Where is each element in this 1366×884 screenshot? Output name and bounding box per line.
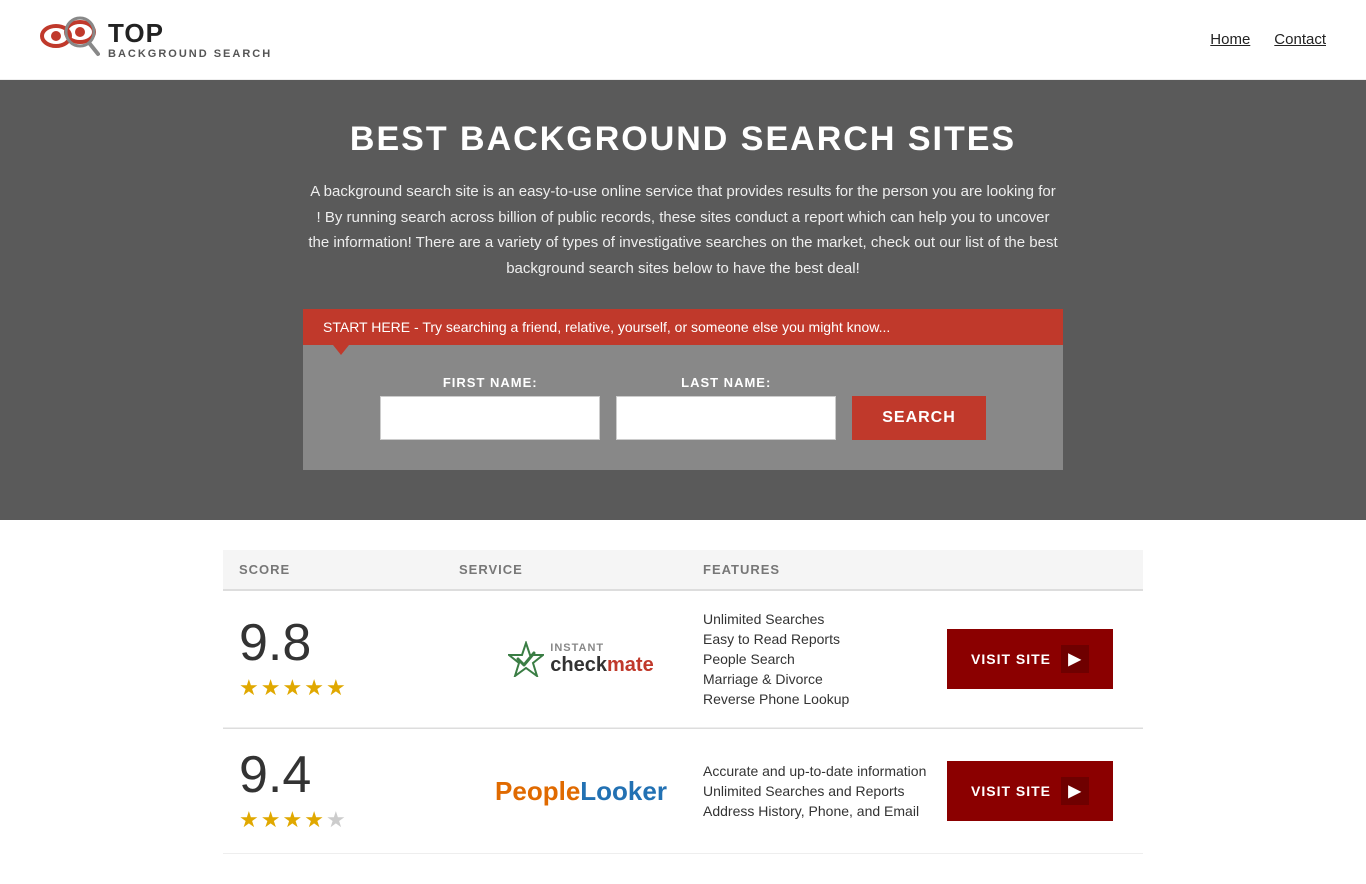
feature-1-4: Reverse Phone Lookup xyxy=(703,691,947,707)
logo-bottom-text: BACKGROUND SEARCH xyxy=(108,48,272,60)
star-2: ★ xyxy=(261,675,281,701)
action-cell-2: VISIT SITE ▶ xyxy=(947,761,1127,821)
features-cell-1: Unlimited Searches Easy to Read Reports … xyxy=(703,611,947,707)
col-service: SERVICE xyxy=(459,562,703,577)
hero-title: BEST BACKGROUND SEARCH SITES xyxy=(20,120,1346,159)
last-name-label: LAST NAME: xyxy=(616,375,836,390)
results-table: SCORE SERVICE FEATURES 9.8 ★ ★ ★ ★ ★ xyxy=(203,550,1163,854)
table-row: 9.8 ★ ★ ★ ★ ★ instant checkmate xyxy=(223,591,1143,728)
search-banner: START HERE - Try searching a friend, rel… xyxy=(303,309,1063,345)
people-text: People xyxy=(495,776,580,806)
col-features: FEATURES xyxy=(703,562,947,577)
visit-site-button-2[interactable]: VISIT SITE ▶ xyxy=(947,761,1113,821)
peoplelooker-logo: PeopleLooker xyxy=(495,776,667,807)
star-4: ★ xyxy=(304,675,324,701)
table-row: 9.4 ★ ★ ★ ★ ★ PeopleLooker Accurate and … xyxy=(223,729,1143,854)
feature-1-1: Easy to Read Reports xyxy=(703,631,947,647)
feature-2-1: Unlimited Searches and Reports xyxy=(703,783,947,799)
score-cell-1: 9.8 ★ ★ ★ ★ ★ xyxy=(239,617,459,701)
search-button[interactable]: SEARCH xyxy=(852,396,986,440)
checkmate-icon xyxy=(508,641,544,677)
last-name-input[interactable] xyxy=(616,396,836,440)
star-2-1: ★ xyxy=(239,807,259,833)
hero-section: BEST BACKGROUND SEARCH SITES A backgroun… xyxy=(0,80,1366,520)
feature-2-2: Address History, Phone, and Email xyxy=(703,803,947,819)
star-2-4: ★ xyxy=(304,807,324,833)
score-number-1: 9.8 xyxy=(239,617,311,669)
header: TOP BACKGROUND SEARCH Home Contact xyxy=(0,0,1366,80)
feature-1-0: Unlimited Searches xyxy=(703,611,947,627)
features-cell-2: Accurate and up-to-date information Unli… xyxy=(703,763,947,819)
score-number-2: 9.4 xyxy=(239,749,311,801)
star-2-3: ★ xyxy=(282,807,302,833)
feature-1-2: People Search xyxy=(703,651,947,667)
star-2-2: ★ xyxy=(261,807,281,833)
visit-site-label-1: VISIT SITE xyxy=(971,651,1051,667)
table-header: SCORE SERVICE FEATURES xyxy=(223,550,1143,591)
logo-text: TOP BACKGROUND SEARCH xyxy=(108,19,272,60)
stars-1: ★ ★ ★ ★ ★ xyxy=(239,675,346,701)
feature-1-3: Marriage & Divorce xyxy=(703,671,947,687)
first-name-label: FIRST NAME: xyxy=(380,375,600,390)
nav-contact[interactable]: Contact xyxy=(1274,31,1326,48)
col-action xyxy=(947,562,1127,577)
logo-top-text: TOP xyxy=(108,19,272,48)
col-score: SCORE xyxy=(239,562,459,577)
search-form-area: FIRST NAME: LAST NAME: SEARCH xyxy=(303,345,1063,470)
visit-arrow-icon-1: ▶ xyxy=(1061,645,1089,673)
logo-area: TOP BACKGROUND SEARCH xyxy=(40,12,272,67)
score-cell-2: 9.4 ★ ★ ★ ★ ★ xyxy=(239,749,459,833)
hero-description: A background search site is an easy-to-u… xyxy=(308,179,1058,281)
banner-text: START HERE - Try searching a friend, rel… xyxy=(323,319,890,335)
last-name-group: LAST NAME: xyxy=(616,375,836,440)
first-name-group: FIRST NAME: xyxy=(380,375,600,440)
star-1: ★ xyxy=(239,675,259,701)
service-logo-1: instant checkmate xyxy=(459,641,703,677)
stars-2: ★ ★ ★ ★ ★ xyxy=(239,807,346,833)
checkmate-logo: instant checkmate xyxy=(508,641,653,677)
visit-site-label-2: VISIT SITE xyxy=(971,783,1051,799)
service-logo-2: PeopleLooker xyxy=(459,776,703,807)
star-3: ★ xyxy=(282,675,302,701)
main-nav: Home Contact xyxy=(1210,31,1326,48)
logo-icon xyxy=(40,12,100,67)
star-5: ★ xyxy=(326,675,346,701)
first-name-input[interactable] xyxy=(380,396,600,440)
search-form: FIRST NAME: LAST NAME: SEARCH xyxy=(323,375,1043,440)
nav-home[interactable]: Home xyxy=(1210,31,1250,48)
visit-arrow-icon-2: ▶ xyxy=(1061,777,1089,805)
visit-site-button-1[interactable]: VISIT SITE ▶ xyxy=(947,629,1113,689)
checkmate-label-instant: instant xyxy=(550,642,653,654)
checkmate-label-main: checkmate xyxy=(550,654,653,676)
looker-text: Looker xyxy=(580,776,667,806)
checkmate-text-block: instant checkmate xyxy=(550,642,653,676)
action-cell-1: VISIT SITE ▶ xyxy=(947,629,1127,689)
star-2-5: ★ xyxy=(326,807,346,833)
feature-2-0: Accurate and up-to-date information xyxy=(703,763,947,779)
